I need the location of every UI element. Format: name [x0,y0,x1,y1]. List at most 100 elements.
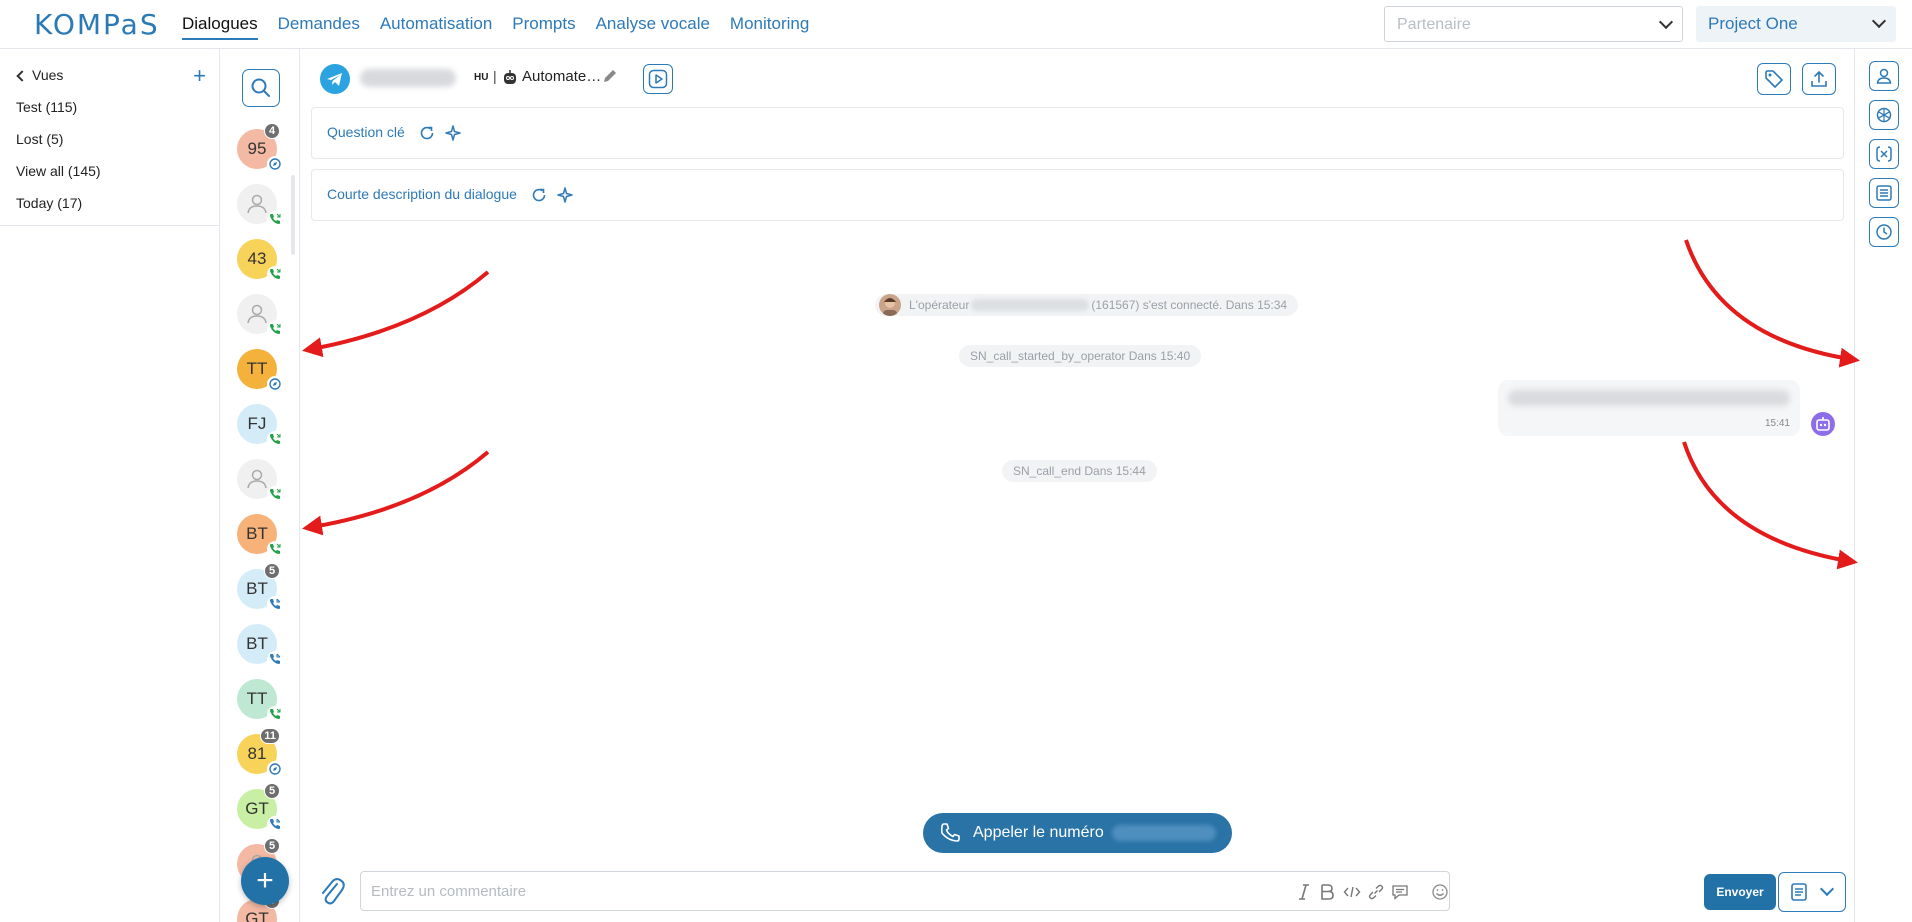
dialog-avatar[interactable]: BT 5 [237,563,283,612]
link-icon[interactable] [1367,883,1385,901]
list-icon [1876,185,1892,201]
dialog-avatar[interactable]: BT [237,514,283,557]
chevron-left-icon[interactable] [16,70,28,82]
call-started-text: SN_call_started_by_operator Dans 15:40 [970,349,1191,363]
nav-automatisation[interactable]: Automatisation [380,14,492,40]
italic-icon[interactable] [1296,883,1312,901]
dialog-avatar[interactable]: 43 [237,239,283,282]
avatar-initials: 43 [247,249,267,268]
dialog-avatar[interactable]: BT [237,624,283,667]
operator-avatar [879,294,901,316]
key-question-card: Question clé [311,107,1844,159]
chat-channel-icon [267,376,283,392]
tag-button[interactable] [1757,63,1791,95]
user-icon [1876,68,1892,84]
view-count: (17) [57,195,83,211]
play-button[interactable] [643,64,673,94]
call-number-button[interactable]: Appeler le numéro [923,813,1232,853]
nav-demandes[interactable]: Demandes [278,14,360,40]
views-sidebar: Vues + Test (115) Lost (5) View all (145… [0,49,220,922]
message-time: 15:41 [1764,418,1790,429]
dialog-avatar[interactable]: TT [237,349,283,392]
robot-icon [504,70,516,84]
person-icon [244,191,270,217]
nav-analyse-vocale[interactable]: Analyse vocale [596,14,710,40]
bold-icon[interactable] [1319,883,1335,901]
scrollbar[interactable] [291,175,295,255]
refresh-icon[interactable] [530,186,548,204]
chat-channel-icon [267,156,283,172]
chat-channel-icon [267,761,283,777]
ai-button[interactable] [1869,100,1899,130]
partner-placeholder: Partenaire [1397,16,1471,33]
dialog-avatar[interactable]: FJ [237,404,283,447]
view-count: (5) [46,131,64,147]
play-icon [648,69,668,89]
automation-name[interactable]: Automate… [522,68,601,85]
view-item-test[interactable]: Test (115) [16,99,77,115]
phone-outgoing-icon [267,596,283,612]
add-view-button[interactable]: + [193,63,206,89]
comment-placeholder: Entrez un commentaire [371,883,527,900]
avatar-initials: FJ [247,414,267,433]
openai-icon [1876,107,1892,123]
avatar-initials: 95 [247,139,267,158]
history-button[interactable] [1869,217,1899,247]
dialog-description-card: Courte description du dialogue [311,169,1844,221]
variables-button[interactable] [1869,139,1899,169]
paperclip-icon[interactable] [316,875,346,907]
top-bar: KOMPaS Dialogues Demandes Automatisation… [0,0,1912,49]
dialog-panel: HU | Automate… Question clé Courte descr… [300,49,1854,922]
code-icon[interactable] [1343,883,1361,901]
dialog-avatar[interactable]: 81 11 [237,728,283,777]
separator: | [493,68,497,84]
nav-dialogues[interactable]: Dialogues [182,14,258,40]
view-label: View all [16,163,64,179]
dialog-avatar[interactable] [237,184,283,227]
search-button[interactable] [242,69,280,107]
avatar-initials: GT [245,799,269,818]
new-dialog-button[interactable]: + [241,857,289,905]
avatar-initials: TT [246,689,268,708]
refresh-icon[interactable] [418,124,436,142]
edit-pencil-icon[interactable] [601,67,619,85]
template-dropdown-button[interactable] [1778,872,1846,912]
operator-name-redacted [971,299,1090,311]
dialog-avatar[interactable] [237,294,283,337]
views-title[interactable]: Vues [32,67,63,83]
chevron-down-icon [1658,14,1674,30]
person-icon [244,301,270,327]
nav-prompts[interactable]: Prompts [512,14,575,40]
avatar-initials: 81 [247,744,267,763]
chevron-down-icon [1819,881,1835,897]
view-item-today[interactable]: Today (17) [16,195,82,211]
operator-suffix: (161567) s'est connecté. Dans 15:34 [1091,298,1288,312]
export-button[interactable] [1802,63,1836,95]
contact-button[interactable] [1869,61,1899,91]
quote-icon[interactable] [1391,883,1409,901]
phone-incoming-icon [267,486,283,502]
sparkle-icon[interactable] [444,124,462,142]
contact-name-redacted [360,69,456,87]
view-item-lost[interactable]: Lost (5) [16,131,63,147]
view-label: Test [16,99,42,115]
partner-select[interactable]: Partenaire [1384,6,1683,42]
telegram-icon [320,64,350,94]
system-message-operator-connected: L'opérateur (161567) s'est connecté. Dan… [875,294,1299,316]
sparkle-icon[interactable] [556,186,574,204]
comment-input[interactable]: Entrez un commentaire [360,871,1450,911]
search-icon [251,78,270,97]
avatar-initials: GT [245,909,269,922]
emoji-icon[interactable] [1431,883,1449,901]
dialog-avatar[interactable] [237,459,283,502]
notes-button[interactable] [1869,178,1899,208]
dialog-avatar[interactable]: 95 4 [237,123,283,172]
nav-monitoring[interactable]: Monitoring [730,14,809,40]
dialog-avatar[interactable]: GT5 [237,783,283,832]
send-button[interactable]: Envoyer [1704,874,1776,910]
system-message-call-end: SN_call_end Dans 15:44 [1002,460,1157,482]
view-item-view-all[interactable]: View all (145) [16,163,101,179]
dialog-avatar[interactable]: TT [237,679,283,722]
chevron-down-icon [1871,13,1887,29]
project-select[interactable]: Project One [1696,6,1896,42]
